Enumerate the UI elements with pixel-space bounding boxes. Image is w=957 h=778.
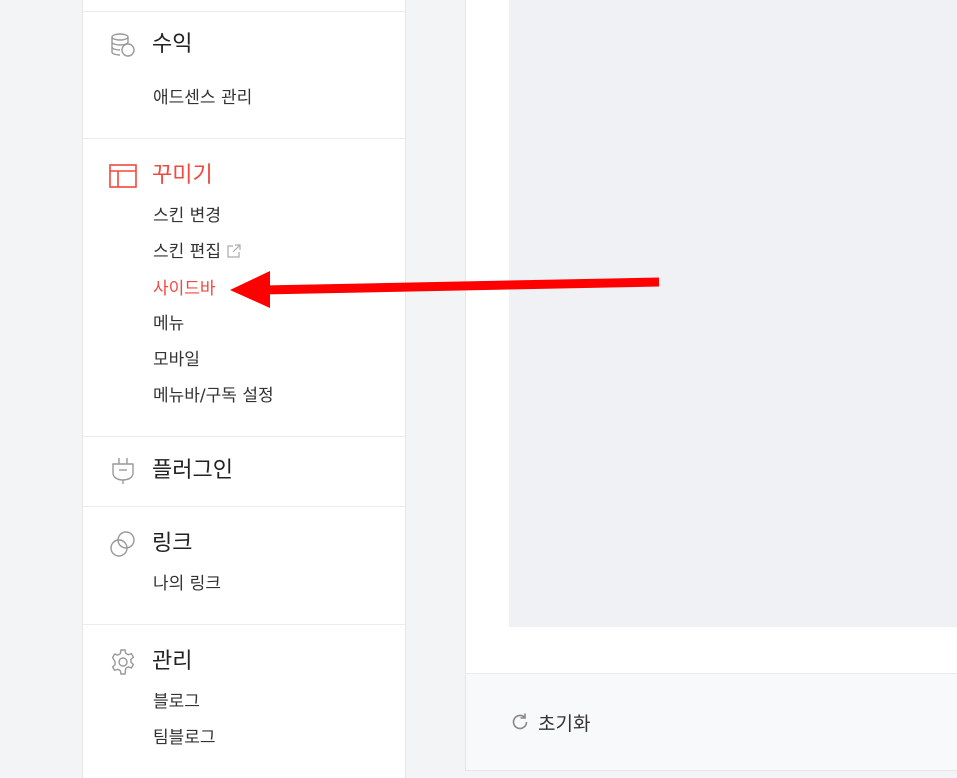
annotation-arrow [230, 271, 660, 308]
arrow-shaft [261, 277, 660, 295]
arrow-head [230, 271, 270, 308]
